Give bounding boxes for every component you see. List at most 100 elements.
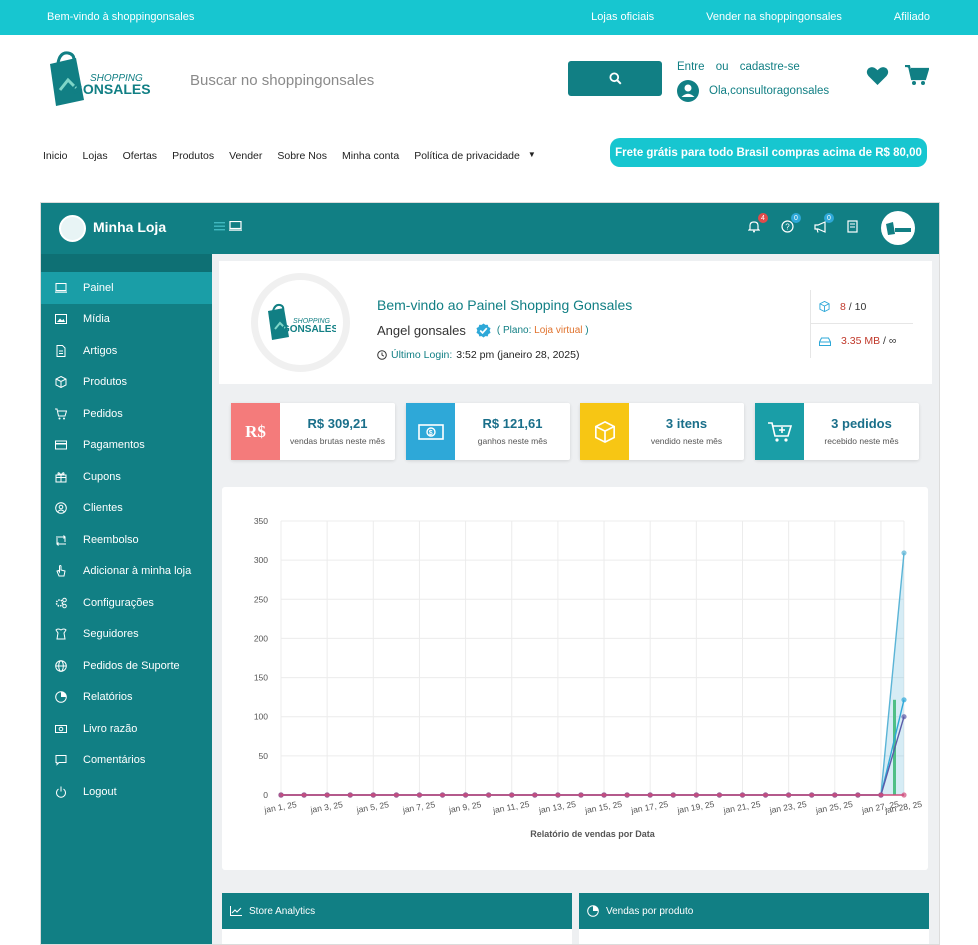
y-tick-label: 150 <box>254 673 268 683</box>
sidebar-item-livro-razao[interactable]: Livro razão <box>41 713 212 745</box>
plan-info: ( Plano: Loja virtual ) <box>497 325 589 336</box>
refund-icon <box>56 534 66 546</box>
card-label: ganhos neste mês <box>477 436 548 446</box>
comment-icon <box>55 755 67 766</box>
site-logo[interactable]: SHOPPING GONSALES <box>46 50 158 110</box>
link-sell[interactable]: Vender na shoppingonsales <box>706 11 842 23</box>
nav-my-account[interactable]: Minha conta <box>342 150 399 162</box>
sidebar-item-pedidos[interactable]: Pedidos <box>41 398 212 430</box>
x-tick-label: jan 9, 25 <box>447 799 482 815</box>
plan-value[interactable]: Loja virtual <box>534 325 582 336</box>
sidebar-item-seguidores[interactable]: Seguidores <box>41 619 212 651</box>
notifications-button[interactable]: 4 <box>747 213 768 234</box>
sidebar-item-configuracoes[interactable]: Configurações <box>41 587 212 619</box>
card-value: R$ 121,61 <box>482 416 543 431</box>
user-icon[interactable] <box>677 80 699 102</box>
heart-icon <box>866 67 889 86</box>
sidebar-item-relatorios[interactable]: Relatórios <box>41 682 212 714</box>
login-area: Entre ou cadastre-se Ola,consultoragonsa… <box>677 61 829 102</box>
nav-privacy-policy[interactable]: Política de privacidade <box>414 150 520 162</box>
wishlist-button[interactable] <box>866 66 889 91</box>
card-items-sold[interactable]: 3 itens vendido neste mês <box>580 403 744 460</box>
link-official-stores[interactable]: Lojas oficiais <box>591 11 654 23</box>
sidebar-item-suporte[interactable]: Pedidos de Suporte <box>41 650 212 682</box>
sidebar-item-adicionar[interactable]: Adicionar à minha loja <box>41 556 212 588</box>
search-icon <box>608 72 621 85</box>
sidebar-item-reembolso[interactable]: Reembolso <box>41 524 212 556</box>
box-icon <box>55 376 67 389</box>
sidebar-item-midia[interactable]: Mídia <box>41 304 212 336</box>
y-tick-label: 250 <box>254 594 268 604</box>
store-name[interactable]: Minha Loja <box>93 219 166 235</box>
search-input[interactable]: Buscar no shoppingonsales <box>190 72 374 89</box>
gift-icon <box>55 471 67 483</box>
help-badge: 0 <box>791 213 801 223</box>
cart-plus-icon <box>755 403 804 460</box>
data-point <box>439 792 446 798</box>
nav-offers[interactable]: Ofertas <box>123 150 157 162</box>
vendor-name: Angel gonsales <box>377 323 466 338</box>
login-link[interactable]: Entre <box>677 61 705 73</box>
monitor-icon[interactable] <box>229 221 242 231</box>
sidebar-item-pagamentos[interactable]: Pagamentos <box>41 430 212 462</box>
x-tick-label: jan 25, 25 <box>814 799 854 816</box>
caret-down-icon[interactable]: ▼ <box>528 150 536 162</box>
pie-chart-icon <box>55 691 67 704</box>
sidebar-item-produtos[interactable]: Produtos <box>41 367 212 399</box>
link-affiliate[interactable]: Afiliado <box>894 11 930 23</box>
welcome-title: Bem-vindo ao Painel Shopping Gonsales <box>377 297 633 313</box>
pointer-icon <box>56 565 66 577</box>
sidebar: Painel Mídia Artigos Produtos Pedidos Pa… <box>41 254 212 944</box>
free-shipping-banner[interactable]: Frete grátis para todo Brasil compras ac… <box>610 138 927 167</box>
user-greeting[interactable]: Ola,consultoragonsales <box>709 85 829 97</box>
sidebar-item-label: Pagamentos <box>83 439 145 452</box>
sidebar-item-label: Reembolso <box>83 533 139 546</box>
nav-stores[interactable]: Lojas <box>83 150 108 162</box>
data-point <box>901 550 907 556</box>
sidebar-item-painel[interactable]: Painel <box>41 272 212 304</box>
store-analytics-title: Store Analytics <box>249 905 316 917</box>
data-point <box>670 792 676 798</box>
profile-card: SHOPPING GONSALES Bem-vindo ao Painel Sh… <box>219 261 932 384</box>
data-point <box>509 792 515 798</box>
sidebar-item-clientes[interactable]: Clientes <box>41 493 212 525</box>
announcements-button[interactable]: 0 <box>814 213 834 234</box>
cart-icon <box>905 64 930 85</box>
top-links: Lojas oficiais Vender na shoppingonsales… <box>539 11 930 23</box>
nav-about[interactable]: Sobre Nos <box>277 150 327 162</box>
credit-card-icon <box>55 440 67 450</box>
x-tick-label: jan 21, 25 <box>722 799 762 816</box>
cart-button[interactable] <box>905 64 930 91</box>
cart-icon <box>55 408 67 420</box>
pie-chart-icon <box>587 905 599 917</box>
sidebar-item-logout[interactable]: Logout <box>41 776 212 808</box>
svg-text:?: ? <box>785 223 790 232</box>
card-earnings[interactable]: $ R$ 121,61 ganhos neste mês <box>406 403 570 460</box>
user-avatar[interactable] <box>881 211 915 245</box>
help-button[interactable]: ? 0 <box>781 213 801 234</box>
y-tick-label: 200 <box>254 633 268 643</box>
hamburger-icon[interactable] <box>214 221 225 231</box>
x-tick-label: jan 17, 25 <box>629 799 669 816</box>
store-avatar[interactable] <box>59 215 86 242</box>
sidebar-item-cupons[interactable]: Cupons <box>41 461 212 493</box>
store-logo[interactable]: SHOPPING GONSALES <box>251 273 350 372</box>
search-button[interactable] <box>568 61 662 96</box>
nav-home[interactable]: Inicio <box>43 150 68 162</box>
data-point <box>601 792 607 798</box>
sidebar-item-comentarios[interactable]: Comentários <box>41 745 212 777</box>
box-icon <box>580 403 629 460</box>
card-gross-sales[interactable]: R$ R$ 309,21 vendas brutas neste mês <box>231 403 395 460</box>
nav-products[interactable]: Produtos <box>172 150 214 162</box>
megaphone-icon <box>814 221 826 233</box>
card-label: recebido neste mês <box>824 436 899 446</box>
or-text: ou <box>715 61 729 73</box>
card-orders-received[interactable]: 3 pedidos recebido neste mês <box>755 403 919 460</box>
vendor-name-row: Angel gonsales ( Plano: Loja virtual ) <box>377 323 589 338</box>
nav-sell[interactable]: Vender <box>229 150 262 162</box>
storage-usage: 3.35 MB / ∞ <box>811 324 913 358</box>
sidebar-item-artigos[interactable]: Artigos <box>41 335 212 367</box>
register-link[interactable]: cadastre-se <box>740 61 800 73</box>
card-label: vendas brutas neste mês <box>290 436 385 446</box>
knowledgebase-button[interactable] <box>847 220 861 234</box>
